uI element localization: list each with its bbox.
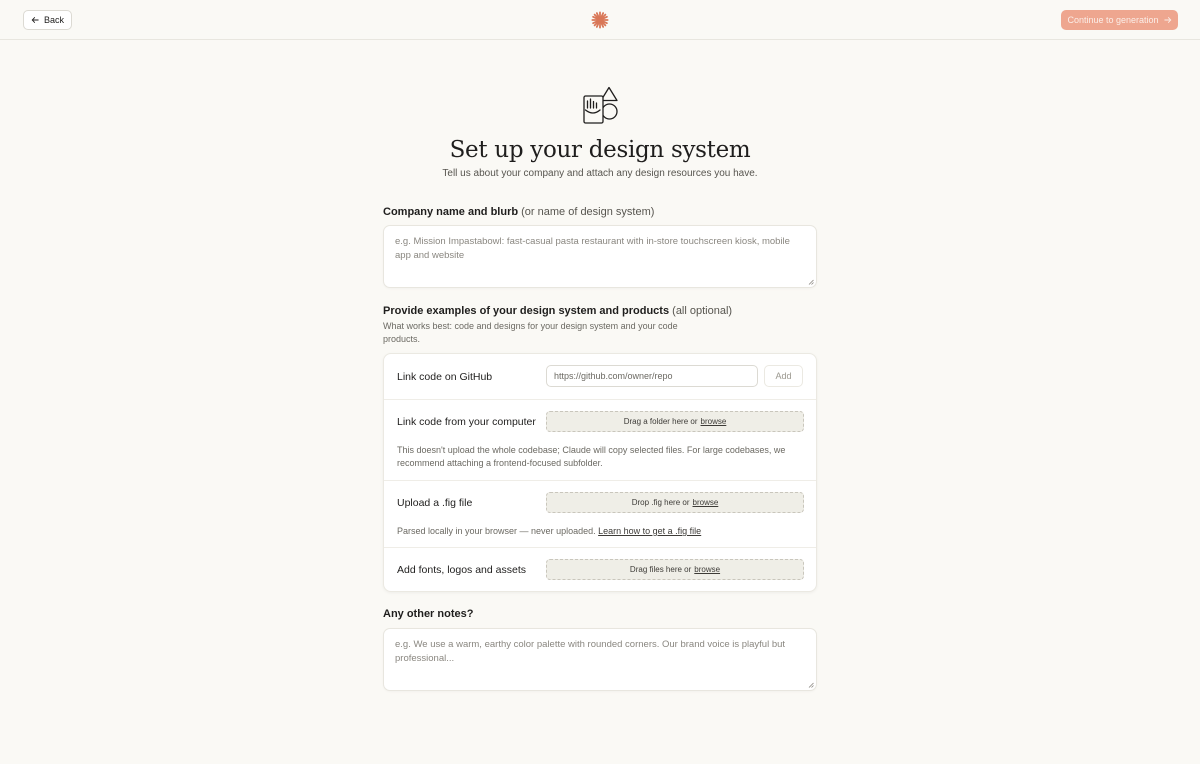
folder-browse-link[interactable]: browse <box>701 417 727 426</box>
divider <box>384 480 816 481</box>
back-button-label: Back <box>43 15 64 25</box>
assets-row-label: Add fonts, logos and assets <box>397 564 526 576</box>
fig-browse-link[interactable]: browse <box>693 498 719 507</box>
back-button[interactable]: Back <box>23 10 72 30</box>
fig-row-label: Upload a .fig file <box>397 497 473 509</box>
folder-dropzone[interactable]: Drag a folder here or browse <box>546 411 804 432</box>
company-blurb-textarea[interactable]: e.g. Mission Impastabowl: fast-casual pa… <box>383 225 817 288</box>
computer-row-label: Link code from your computer <box>397 416 536 428</box>
company-label-text: Company name and blurb <box>383 206 519 218</box>
assets-browse-link[interactable]: browse <box>694 565 720 574</box>
top-bar: Back Continue to generation <box>0 0 1200 40</box>
fig-help-body: Parsed locally in your browser — never u… <box>397 526 596 536</box>
divider <box>384 399 816 400</box>
company-section-label: Company name and blurb (or name of desig… <box>383 206 654 218</box>
notes-section-label: Any other notes? <box>383 608 474 620</box>
claude-logo-icon <box>591 11 609 29</box>
resize-handle-icon[interactable] <box>808 279 814 285</box>
examples-label-text: Provide examples of your design system a… <box>383 305 670 317</box>
fig-help-text: Parsed locally in your browser — never u… <box>397 525 797 538</box>
arrow-left-icon <box>31 17 39 23</box>
arrow-right-icon <box>1163 17 1171 23</box>
add-github-button[interactable]: Add <box>764 365 803 387</box>
github-url-input[interactable]: https://github.com/owner/repo <box>546 365 758 387</box>
notes-textarea[interactable]: e.g. We use a warm, earthy color palette… <box>383 628 817 691</box>
assets-drop-text: Drag files here or <box>629 565 692 574</box>
page-subtitle: Tell us about your company and attach an… <box>442 168 758 179</box>
learn-fig-link[interactable]: Learn how to get a .fig file <box>598 526 701 536</box>
fig-dropzone[interactable]: Drop .fig here or browse <box>546 492 804 513</box>
company-label-muted: (or name of design system) <box>521 206 655 218</box>
folder-drop-text: Drag a folder here or <box>623 417 698 426</box>
notes-placeholder: e.g. We use a warm, earthy color palette… <box>395 639 786 664</box>
examples-label-muted: (all optional) <box>672 305 733 317</box>
github-url-placeholder: https://github.com/owner/repo <box>554 371 673 381</box>
examples-help-text: What works best: code and designs for yo… <box>383 321 678 344</box>
continue-button[interactable]: Continue to generation <box>1061 10 1178 30</box>
design-shapes-icon <box>583 86 618 124</box>
computer-help-text: This doesn't upload the whole codebase; … <box>397 445 786 468</box>
page-title: Set up your design system <box>449 137 751 163</box>
fig-drop-text: Drop .fig here or <box>631 498 690 507</box>
assets-dropzone[interactable]: Drag files here or browse <box>546 559 804 580</box>
resize-handle-icon[interactable] <box>808 682 814 688</box>
github-row-label: Link code on GitHub <box>397 371 493 383</box>
examples-section-label: Provide examples of your design system a… <box>383 305 732 317</box>
continue-button-label: Continue to generation <box>1067 15 1159 25</box>
divider <box>384 547 816 548</box>
examples-card: Link code on GitHub https://github.com/o… <box>383 353 817 592</box>
company-blurb-placeholder: e.g. Mission Impastabowl: fast-casual pa… <box>395 236 790 261</box>
